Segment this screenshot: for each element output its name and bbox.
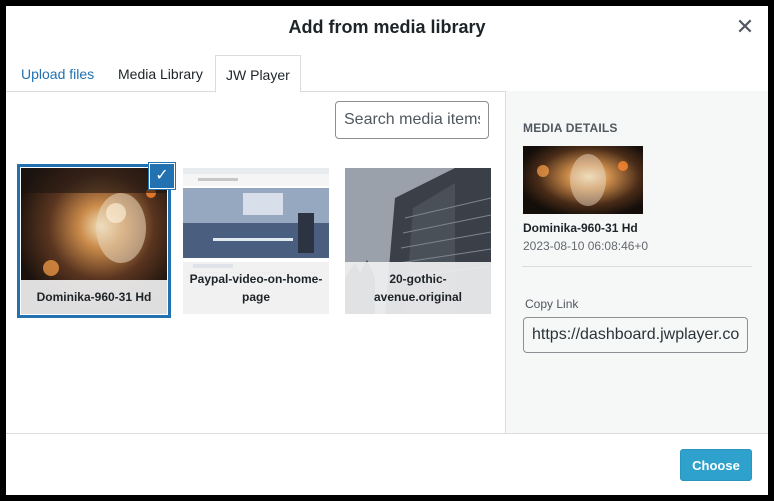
details-file-name: Dominika-960-31 Hd [523, 221, 638, 235]
dialog-title: Add from media library [288, 17, 486, 37]
tab-jw-player[interactable]: JW Player [215, 55, 301, 93]
media-item-gothic-avenue[interactable]: 20-gothic-avenue.original [345, 168, 491, 314]
copy-link-label: Copy Link [525, 297, 579, 311]
details-divider [522, 266, 752, 267]
details-date: 2023-08-10 06:08:46+0 [523, 239, 649, 253]
media-item-caption: Paypal-video-on-home-page [183, 262, 329, 314]
search-input[interactable] [335, 101, 489, 139]
media-item-paypal[interactable]: Paypal-video-on-home-page [183, 168, 329, 314]
tab-bar: Upload files Media Library JW Player [6, 55, 768, 93]
media-details-sidebar: MEDIA DETAILS Dominika-960-31 Hd 2023-08 [505, 91, 768, 433]
tab-media-library[interactable]: Media Library [118, 55, 203, 91]
modal-footer: Choose [6, 433, 768, 495]
copy-link-field[interactable] [523, 317, 748, 353]
details-thumbnail [523, 146, 643, 214]
media-modal: Add from media library ✕ Upload files Me… [6, 6, 768, 495]
media-item-caption: 20-gothic-avenue.original [345, 262, 491, 314]
media-item-caption: Dominika-960-31 Hd [21, 280, 167, 314]
choose-button[interactable]: Choose [680, 449, 752, 481]
details-heading: MEDIA DETAILS [523, 121, 618, 135]
media-browser: Dominika-960-31 Hd ✓ Paypal-video-on-hom… [6, 91, 505, 433]
checkmark-icon[interactable]: ✓ [149, 163, 175, 189]
details-thumbnail-image [523, 146, 643, 214]
close-icon[interactable]: ✕ [734, 16, 756, 38]
tab-upload-files[interactable]: Upload files [21, 55, 94, 91]
media-item-dominika[interactable]: Dominika-960-31 Hd [21, 168, 167, 314]
